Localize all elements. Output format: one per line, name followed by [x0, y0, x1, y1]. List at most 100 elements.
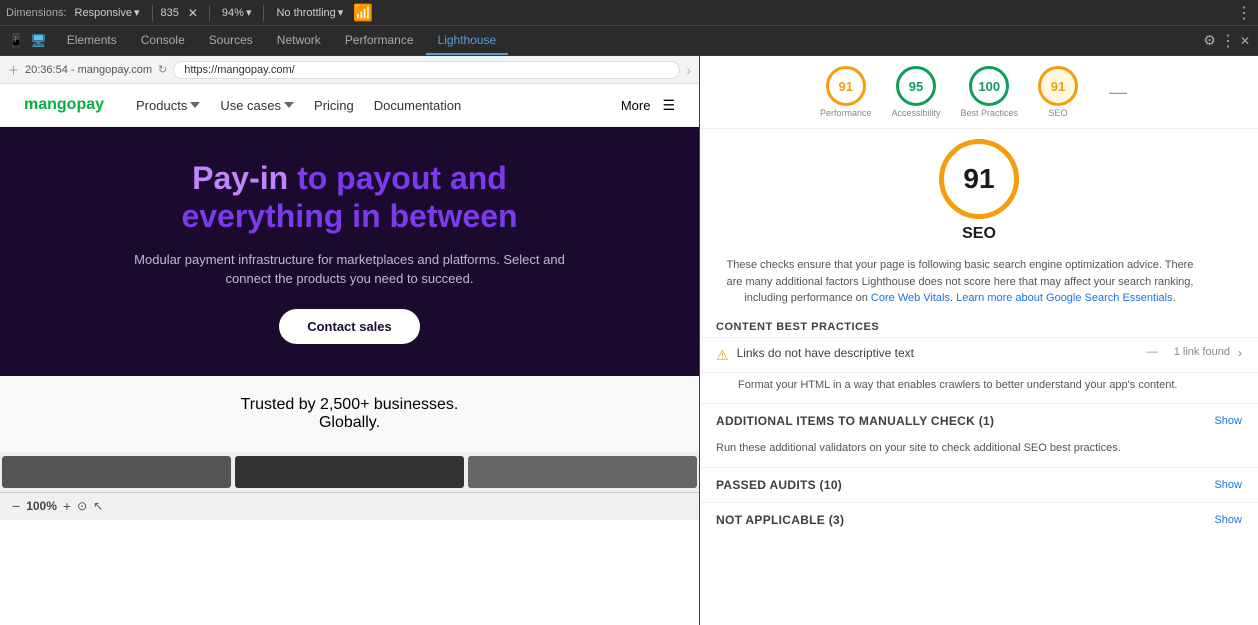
learn-more-link[interactable]: Learn more about Google Search Essential…: [956, 292, 1172, 304]
tab-console[interactable]: Console: [129, 26, 197, 55]
throttling-select[interactable]: No throttling ▾: [272, 4, 347, 21]
tab-network[interactable]: Network: [265, 26, 333, 55]
audit-row-links[interactable]: ⚠ Links do not have descriptive text — 1…: [700, 337, 1258, 372]
accessibility-value: 95: [909, 79, 923, 94]
additional-items-show[interactable]: Show: [1214, 415, 1242, 427]
not-applicable-row[interactable]: NOT APPLICABLE (3) Show: [700, 502, 1258, 537]
performance-label: Performance: [820, 108, 872, 118]
contact-sales-button[interactable]: Contact sales: [279, 309, 420, 344]
additional-items-label: ADDITIONAL ITEMS TO MANUALLY CHECK (1): [716, 414, 994, 428]
warning-icon: ⚠: [716, 347, 729, 364]
nav-pricing[interactable]: Pricing: [314, 98, 354, 113]
best-practices-value: 100: [978, 79, 1000, 94]
audit-description: Format your HTML in a way that enables c…: [700, 372, 1258, 404]
tab-sources[interactable]: Sources: [197, 26, 265, 55]
hero-line2: everything in between: [181, 198, 517, 234]
performance-value: 91: [838, 79, 852, 94]
hero-line1: Pay-in Pay-in to payout and to payout an…: [192, 160, 507, 196]
main-layout: ＋ 20:36:54 - mangopay.com ↻ https://mang…: [0, 56, 1258, 625]
scale-value: 94%: [222, 7, 244, 19]
tab-lighthouse[interactable]: Lighthouse: [426, 26, 509, 55]
overflow-icon[interactable]: ⋮: [1220, 31, 1236, 51]
website-nav: mangopay Products Use cases Pricing Docu…: [0, 84, 699, 127]
audit-text: Links do not have descriptive text: [737, 346, 1139, 360]
score-badges-row: 91 Performance 95 Accessibility 100 Best…: [700, 56, 1258, 129]
throttling-label: No throttling: [276, 7, 335, 19]
close-devtools-icon[interactable]: ✕: [1240, 34, 1250, 48]
nav-documentation-label: Documentation: [374, 98, 461, 113]
chevron-down-icon-throttle: ▾: [338, 6, 344, 19]
zoom-in-button[interactable]: +: [63, 498, 71, 514]
nav-documentation[interactable]: Documentation: [374, 98, 461, 113]
close-width-button[interactable]: ✕: [185, 5, 201, 21]
big-score-value: 91: [963, 163, 994, 195]
zoom-bar: − 100% + ⊙ ↖: [0, 492, 699, 520]
lighthouse-panel: 91 Performance 95 Accessibility 100 Best…: [700, 56, 1258, 625]
audit-separator: —: [1147, 346, 1158, 358]
url-bar[interactable]: https://mangopay.com/: [173, 61, 680, 79]
big-score-circle: 91: [939, 139, 1019, 219]
score-accessibility[interactable]: 95 Accessibility: [891, 66, 940, 118]
passed-audits-show[interactable]: Show: [1214, 479, 1242, 491]
seo-score-label: SEO: [1049, 108, 1068, 118]
chevron-down-icon-scale: ▾: [246, 6, 252, 19]
fit-screen-button[interactable]: ⊙: [77, 499, 87, 513]
hamburger-icon[interactable]: ☰: [662, 97, 675, 114]
zoom-out-button[interactable]: −: [12, 498, 20, 514]
device-toolbar-group: Dimensions: Responsive ▾: [6, 4, 144, 21]
browser-bar: ＋ 20:36:54 - mangopay.com ↻ https://mang…: [0, 56, 699, 84]
hero-title: Pay-in Pay-in to payout and to payout an…: [181, 159, 517, 236]
nav-use-cases-label: Use cases: [220, 98, 281, 113]
accessibility-circle: 95: [896, 66, 936, 106]
tab-performance[interactable]: Performance: [333, 26, 426, 55]
nav-products[interactable]: Products: [136, 98, 200, 113]
nav-pricing-label: Pricing: [314, 98, 354, 113]
refresh-icon[interactable]: ↻: [158, 63, 167, 76]
trusted-text: Trusted by 2,500+ businesses.: [241, 396, 459, 413]
dimensions-select[interactable]: Responsive ▾: [71, 4, 144, 21]
core-web-vitals-link[interactable]: Core Web Vitals: [871, 292, 950, 304]
time-display: 20:36:54 - mangopay.com: [25, 64, 152, 76]
nav-use-cases[interactable]: Use cases: [220, 98, 294, 113]
additional-items-row[interactable]: ADDITIONAL ITEMS TO MANUALLY CHECK (1) S…: [700, 403, 1258, 438]
devtools-toolbar: Dimensions: Responsive ▾ 835 ✕ 94% ▾ No …: [0, 0, 1258, 26]
nav-more-label[interactable]: More: [621, 98, 651, 113]
passed-audits-row[interactable]: PASSED AUDITS (10) Show: [700, 467, 1258, 502]
tab-elements[interactable]: Elements: [55, 26, 129, 55]
scrollable-content: These checks ensure that your page is fo…: [700, 251, 1258, 625]
accessibility-label: Accessibility: [891, 108, 940, 118]
score-performance[interactable]: 91 Performance: [820, 66, 872, 118]
zoom-value: 100%: [26, 499, 57, 513]
cursor-mode-button[interactable]: ↖: [93, 499, 103, 513]
strip-item-2: [235, 456, 464, 488]
device-desktop-icon[interactable]: 🖥: [30, 33, 47, 49]
score-seo[interactable]: 91 SEO: [1038, 66, 1078, 118]
width-group: 835: [161, 7, 179, 19]
content-best-practices-header: CONTENT BEST PRACTICES: [700, 313, 1258, 337]
nav-cta: More ☰: [621, 97, 675, 114]
trusted-subtitle: Globally.: [319, 414, 380, 431]
add-frame-icon[interactable]: ＋: [8, 62, 19, 78]
toolbar-separator-3: [263, 5, 264, 21]
score-best-practices[interactable]: 100 Best Practices: [961, 66, 1019, 118]
chevron-down-icon-use-cases: [284, 100, 294, 110]
fail-dash: —: [1109, 82, 1127, 103]
device-mobile-icon[interactable]: 📱: [8, 33, 24, 49]
logo-text: mangopay: [24, 96, 104, 113]
nav-links: Products Use cases Pricing Documentation: [136, 98, 461, 113]
seo-description: These checks ensure that your page is fo…: [720, 257, 1200, 307]
additional-items-desc: Run these additional validators on your …: [700, 438, 1258, 467]
wifi-icon[interactable]: 📶: [353, 3, 373, 23]
not-applicable-show[interactable]: Show: [1214, 514, 1242, 526]
big-score-area: 91 SEO: [700, 129, 1258, 251]
settings-icon[interactable]: ⚙: [1203, 32, 1216, 49]
forward-icon[interactable]: ›: [686, 62, 691, 78]
chevron-down-icon: ▾: [134, 6, 140, 19]
strip-item-3: [468, 456, 697, 488]
scale-select[interactable]: 94% ▾: [218, 4, 256, 21]
more-options-icon[interactable]: ⋮: [1236, 3, 1252, 23]
width-value: 835: [161, 7, 179, 19]
devtools-tabs: 📱 🖥 Elements Console Sources Network Per…: [0, 26, 1258, 56]
dimensions-label: Dimensions:: [6, 7, 67, 19]
hero-line1-rest: to payout and: [297, 160, 507, 196]
